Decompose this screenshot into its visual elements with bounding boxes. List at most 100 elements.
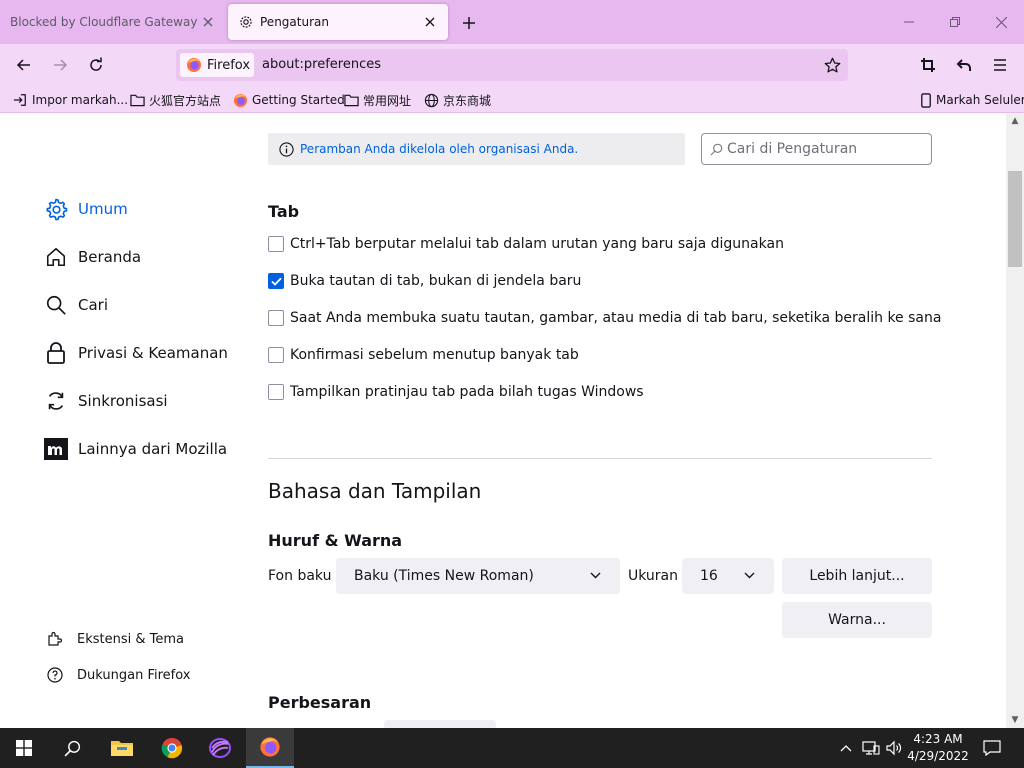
advanced-fonts-button[interactable]: Lebih lanjut... <box>782 558 932 594</box>
checkbox-row-open-links-in-tabs[interactable]: Buka tautan di tab, bukan di jendela bar… <box>268 273 581 289</box>
tab-title: Blocked by Cloudflare Gateway <box>10 15 198 29</box>
taskbar-firefox[interactable] <box>246 728 294 768</box>
sidebar-item-sync[interactable]: Sinkronisasi <box>44 389 168 413</box>
bookmark-folder-firefox-cn[interactable]: 火狐官方站点 <box>129 91 221 109</box>
policy-notice[interactable]: Peramban Anda dikelola oleh organisasi A… <box>268 133 685 165</box>
close-window-button[interactable] <box>988 10 1014 34</box>
new-tab-button[interactable] <box>458 12 480 34</box>
taskbar-chrome[interactable] <box>148 728 196 768</box>
select-value: 16 <box>700 568 718 584</box>
folder-icon <box>111 741 133 756</box>
search-icon <box>710 143 723 156</box>
forward-button[interactable] <box>46 52 74 78</box>
section-heading-tabs: Tab <box>268 202 300 221</box>
font-size-select[interactable]: 16 <box>682 558 774 594</box>
back-arrow-icon[interactable] <box>950 52 978 78</box>
gear-icon <box>44 197 68 221</box>
taskbar-file-explorer[interactable] <box>98 728 146 768</box>
info-icon <box>278 141 294 157</box>
close-icon[interactable] <box>200 14 216 30</box>
checkbox[interactable] <box>268 384 284 400</box>
checkbox[interactable] <box>268 236 284 252</box>
policy-notice-text: Peramban Anda dikelola oleh organisasi A… <box>300 142 579 156</box>
checkbox-row-taskbar-previews[interactable]: Tampilkan pratinjau tab pada bilah tugas… <box>268 384 644 400</box>
back-button[interactable] <box>10 52 38 78</box>
url-bar[interactable]: Firefox about:preferences <box>176 49 848 81</box>
start-button[interactable] <box>0 728 48 768</box>
restore-button[interactable] <box>942 10 968 34</box>
checkbox[interactable] <box>268 310 284 326</box>
checkbox[interactable] <box>268 347 284 363</box>
zoom-select[interactable] <box>384 720 496 728</box>
folder-icon <box>129 92 145 108</box>
sidebar-item-label: Privasi & Keamanan <box>78 344 228 362</box>
default-font-select[interactable]: Baku (Times New Roman) <box>336 558 620 594</box>
windows-taskbar: 4:23 AM 4/29/2022 <box>0 728 1024 768</box>
search-input[interactable] <box>727 141 917 157</box>
bookmark-getting-started[interactable]: Getting Started <box>232 91 345 109</box>
star-icon[interactable] <box>822 55 842 75</box>
chevron-up-icon[interactable] <box>836 738 856 758</box>
checkbox[interactable] <box>268 273 284 289</box>
taskbar-search-button[interactable] <box>48 728 96 768</box>
checkmark-icon <box>270 277 282 286</box>
page-scrollbar[interactable]: ▲ ▼ <box>1006 113 1024 728</box>
volume-icon[interactable] <box>884 738 904 758</box>
checkbox-row-confirm-close[interactable]: Konfirmasi sebelum menutup banyak tab <box>268 347 579 363</box>
firefox-icon <box>232 92 248 108</box>
settings-search[interactable] <box>701 133 932 165</box>
sidebar-item-general[interactable]: Umum <box>44 197 128 221</box>
bookmark-folder-common[interactable]: 常用网址 <box>343 91 411 109</box>
sidebar-item-label: Umum <box>78 200 128 218</box>
sidebar-item-support[interactable]: Dukungan Firefox <box>47 667 190 683</box>
url-text[interactable]: about:preferences <box>262 57 381 72</box>
network-icon[interactable] <box>861 738 881 758</box>
sidebar-item-label: Sinkronisasi <box>78 392 168 410</box>
section-heading-language: Bahasa dan Tampilan <box>268 479 482 503</box>
bookmark-import[interactable]: Impor markah... <box>12 91 128 109</box>
bookmark-label: Markah Seluler <box>936 93 1024 107</box>
app-icon <box>209 738 231 758</box>
import-icon <box>12 92 28 108</box>
checkbox-label: Ctrl+Tab berputar melalui tab dalam urut… <box>290 236 784 252</box>
scroll-down-arrow[interactable]: ▼ <box>1006 712 1024 728</box>
chevron-down-icon <box>588 568 602 582</box>
identity-box[interactable]: Firefox <box>180 53 254 77</box>
minimize-button[interactable] <box>896 10 922 34</box>
checkbox-row-switch-to-tab[interactable]: Saat Anda membuka suatu tautan, gambar, … <box>268 310 941 326</box>
mobile-bookmarks[interactable]: Markah Seluler <box>918 91 1024 109</box>
bookmark-jd[interactable]: 京东商城 <box>423 91 491 109</box>
checkbox-row-ctrl-tab[interactable]: Ctrl+Tab berputar melalui tab dalam urut… <box>268 236 784 252</box>
tab-blocked[interactable]: Blocked by Cloudflare Gateway <box>0 0 226 44</box>
close-icon[interactable] <box>422 14 438 30</box>
bookmark-label: 火狐官方站点 <box>149 93 222 108</box>
tab-settings[interactable]: Pengaturan <box>228 4 448 40</box>
phone-icon <box>918 92 934 108</box>
scroll-up-arrow[interactable]: ▲ <box>1006 113 1024 129</box>
sidebar-item-home[interactable]: Beranda <box>44 245 141 269</box>
sidebar-item-search[interactable]: Cari <box>44 293 108 317</box>
section-divider <box>268 458 932 459</box>
help-icon <box>47 667 63 683</box>
menu-button[interactable] <box>986 52 1014 78</box>
taskbar-app-purple[interactable] <box>196 728 244 768</box>
reload-button[interactable] <box>82 52 110 78</box>
tab-strip: Blocked by Cloudflare Gateway Pengaturan <box>0 0 1024 44</box>
scroll-thumb[interactable] <box>1008 171 1022 267</box>
screenshot-button[interactable] <box>914 52 942 78</box>
tab-title: Pengaturan <box>260 15 329 29</box>
checkbox-label: Saat Anda membuka suatu tautan, gambar, … <box>290 310 942 326</box>
firefox-icon <box>186 57 202 73</box>
sidebar-item-label: Beranda <box>78 248 142 266</box>
notification-icon[interactable] <box>982 738 1002 758</box>
colors-button[interactable]: Warna... <box>782 602 932 638</box>
bookmark-label: 京东商城 <box>443 93 492 108</box>
sidebar-item-privacy[interactable]: Privasi & Keamanan <box>44 341 228 365</box>
sidebar-item-label: Cari <box>78 296 108 314</box>
sync-icon <box>44 389 68 413</box>
sidebar-item-extensions[interactable]: Ekstensi & Tema <box>47 631 184 647</box>
preferences-page: Umum Beranda Cari Privasi & Keamanan Sin… <box>0 113 1006 728</box>
home-icon <box>44 245 68 269</box>
taskbar-clock[interactable]: 4:23 AM 4/29/2022 <box>904 731 972 765</box>
sidebar-item-mozilla[interactable]: Lainnya dari Mozilla <box>44 437 227 461</box>
